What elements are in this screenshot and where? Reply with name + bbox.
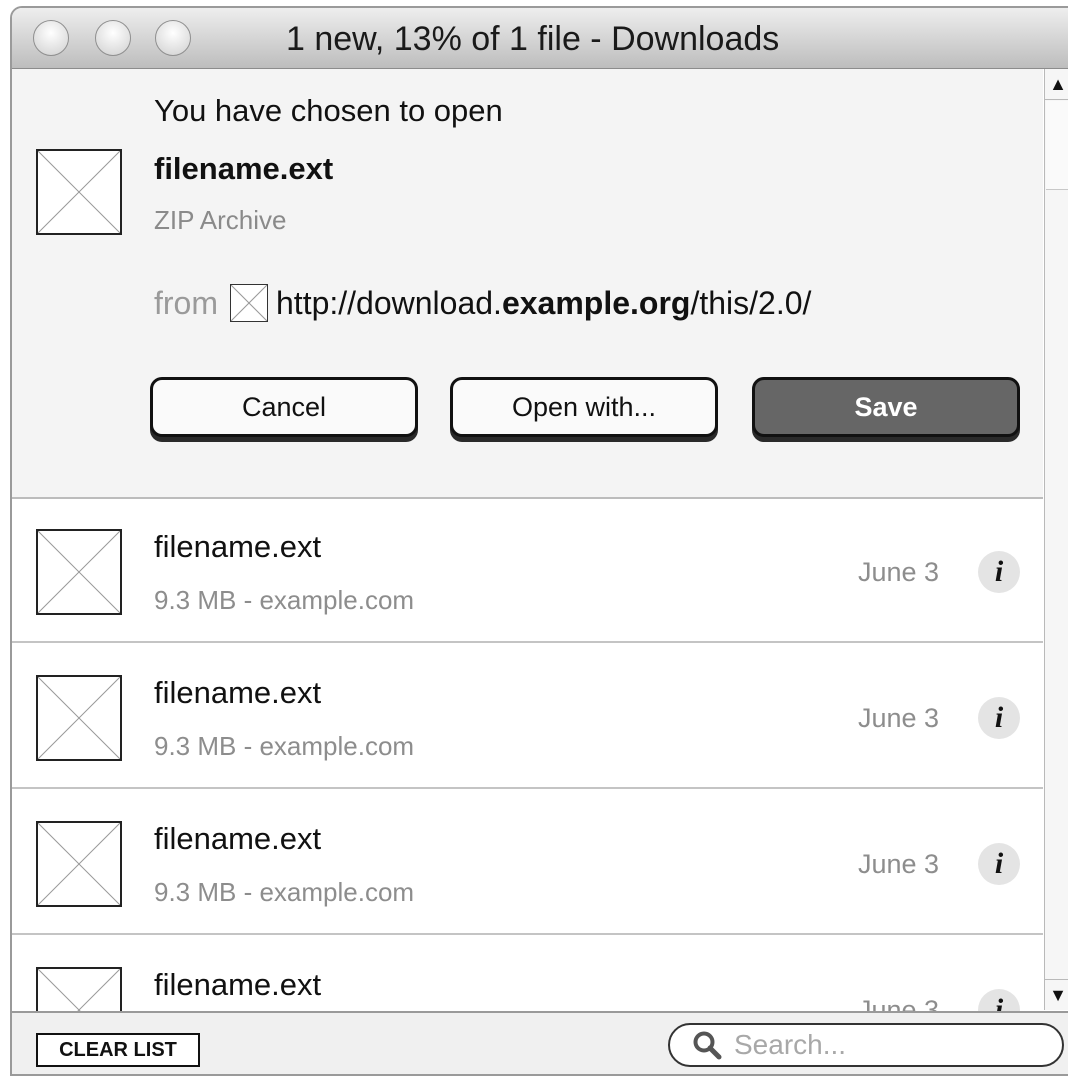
open-file-prompt: You have chosen to open filename.ext ZIP… xyxy=(12,69,1043,499)
site-favicon-icon xyxy=(230,284,268,322)
download-row[interactable]: filename.ext 9.3 MB - example.com June 3… xyxy=(12,645,1043,789)
download-filename: filename.ext xyxy=(154,675,322,710)
prompt-filename: filename.ext xyxy=(154,151,334,186)
open-with-button[interactable]: Open with... xyxy=(450,377,718,437)
download-date: June 3 xyxy=(858,703,940,733)
clear-list-button[interactable]: CLEAR LIST xyxy=(36,1033,200,1067)
download-meta: 9.3 MB - example.com xyxy=(154,585,415,615)
prompt-file-type: ZIP Archive xyxy=(154,205,287,235)
from-label: from xyxy=(154,284,218,321)
download-filename: filename.ext xyxy=(154,967,322,1002)
search-input[interactable] xyxy=(732,1028,1036,1062)
download-meta: 9.3 MB - example.com xyxy=(154,877,415,907)
downloads-window: 1 new, 13% of 1 file - Downloads You hav… xyxy=(10,6,1068,1076)
file-placeholder-icon xyxy=(36,149,122,235)
download-row[interactable]: filename.ext 9.3 MB - example.com June 3… xyxy=(12,499,1043,643)
title-bar: 1 new, 13% of 1 file - Downloads xyxy=(12,8,1068,69)
download-meta: 9.3 MB - example.com xyxy=(154,731,415,761)
scroll-down-arrow-icon[interactable]: ▼ xyxy=(1045,979,1068,1010)
file-placeholder-icon xyxy=(36,821,122,907)
info-icon[interactable]: i xyxy=(978,551,1020,593)
scroll-up-arrow-icon[interactable]: ▲ xyxy=(1045,69,1068,100)
download-date: June 3 xyxy=(858,849,940,879)
search-icon xyxy=(692,1030,722,1060)
source-url: http://download.example.org/this/2.0/ xyxy=(276,285,811,322)
download-date: June 3 xyxy=(858,557,940,587)
info-icon[interactable]: i xyxy=(978,843,1020,885)
info-icon[interactable]: i xyxy=(978,697,1020,739)
prompt-source: from http://download.example.org/this/2.… xyxy=(154,284,811,322)
url-domain: example.org xyxy=(501,284,691,321)
file-placeholder-icon xyxy=(36,529,122,615)
url-prefix: http://download. xyxy=(276,284,502,321)
url-suffix: /this/2.0/ xyxy=(690,284,812,321)
download-filename: filename.ext xyxy=(154,529,322,564)
zoom-window-button[interactable] xyxy=(155,20,191,56)
minimize-window-button[interactable] xyxy=(95,20,131,56)
window-title: 1 new, 13% of 1 file - Downloads xyxy=(286,20,780,58)
vertical-scrollbar[interactable]: ▲ ▼ xyxy=(1044,69,1068,1010)
cancel-button[interactable]: Cancel xyxy=(150,377,418,437)
prompt-heading: You have chosen to open xyxy=(154,93,503,128)
save-button[interactable]: Save xyxy=(752,377,1020,437)
download-row[interactable]: filename.ext 9.3 MB - example.com June 3… xyxy=(12,791,1043,935)
close-window-button[interactable] xyxy=(33,20,69,56)
bottom-toolbar: CLEAR LIST xyxy=(12,1011,1068,1074)
search-field[interactable] xyxy=(668,1023,1064,1067)
scroll-thumb[interactable] xyxy=(1046,101,1068,190)
file-placeholder-icon xyxy=(36,675,122,761)
download-filename: filename.ext xyxy=(154,821,322,856)
